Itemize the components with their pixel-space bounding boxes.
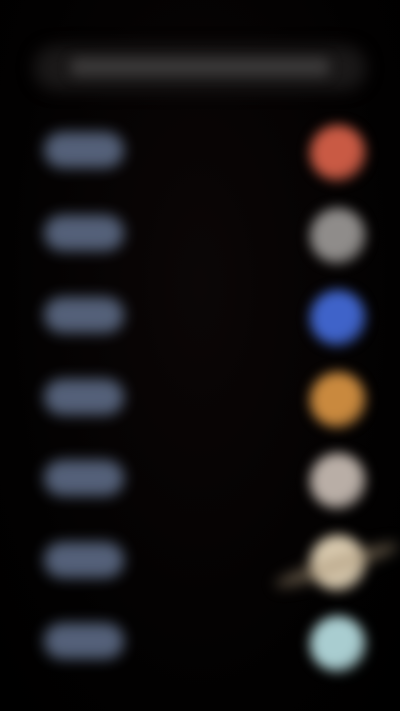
planet-label	[44, 623, 124, 659]
planet-label	[44, 297, 124, 333]
planet-label	[44, 379, 124, 415]
planet-row-2[interactable]	[20, 198, 380, 268]
planet-row-7[interactable]	[20, 606, 380, 676]
mercury-icon	[310, 125, 366, 181]
planet-row-5[interactable]	[20, 443, 380, 513]
jupiter-icon	[310, 453, 366, 509]
planet-label	[44, 542, 124, 578]
planet-list	[0, 0, 400, 711]
planet-row-3[interactable]	[20, 280, 380, 350]
planet-label	[44, 215, 124, 251]
planet-row-1[interactable]	[20, 115, 380, 185]
planet-list-screen	[0, 0, 400, 711]
mars-icon	[310, 372, 366, 428]
venus-icon	[310, 208, 366, 264]
planet-row-4[interactable]	[20, 362, 380, 432]
saturn-icon	[310, 535, 366, 591]
earth-icon	[310, 290, 366, 346]
uranus-icon	[310, 616, 366, 672]
planet-label	[44, 132, 124, 168]
planet-label	[44, 460, 124, 496]
planet-row-6[interactable]	[20, 525, 380, 595]
